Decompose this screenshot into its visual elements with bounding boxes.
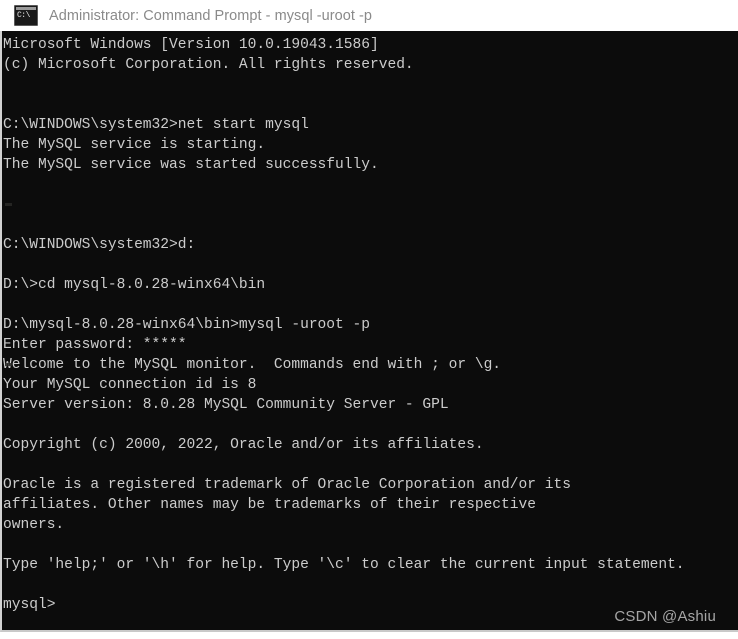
cursor-artifact [5,203,12,206]
command-prompt-window: C:\ Administrator: Command Prompt - mysq… [0,0,738,639]
console-line: Microsoft Windows [Version 10.0.19043.15… [3,37,379,53]
cmd-icon: C:\ [14,5,38,26]
console-line: D:\mysql-8.0.28-winx64\bin>mysql -uroot … [3,317,370,333]
console-line: Enter password: ***** [3,337,187,353]
console-line: C:\WINDOWS\system32>net start mysql [3,117,309,133]
cmd-icon-prompt-glyph: C:\ [17,11,30,20]
console-line: Welcome to the MySQL monitor. Commands e… [3,357,502,373]
console-line: affiliates. Other names may be trademark… [3,497,536,513]
console-text: Microsoft Windows [Version 10.0.19043.15… [3,35,738,615]
console-line: owners. [3,517,65,533]
console-line: Your MySQL connection id is 8 [3,377,257,393]
console-line: Type 'help;' or '\h' for help. Type '\c'… [3,557,685,573]
console-line: The MySQL service is starting. [3,137,266,153]
watermark: CSDN @Ashiu [614,608,716,625]
cursor-artifact [5,363,12,366]
console-output-area[interactable]: Microsoft Windows [Version 10.0.19043.15… [0,31,738,632]
console-line: C:\WINDOWS\system32>d: [3,237,196,253]
console-line: Server version: 8.0.28 MySQL Community S… [3,397,449,413]
console-line: D:\>cd mysql-8.0.28-winx64\bin [3,277,266,293]
window-titlebar[interactable]: C:\ Administrator: Command Prompt - mysq… [0,0,738,31]
console-line: The MySQL service was started successful… [3,157,379,173]
console-line: Oracle is a registered trademark of Orac… [3,477,571,493]
console-line: Copyright (c) 2000, 2022, Oracle and/or … [3,437,484,453]
console-line: (c) Microsoft Corporation. All rights re… [3,57,414,73]
window-title: Administrator: Command Prompt - mysql -u… [49,7,373,24]
